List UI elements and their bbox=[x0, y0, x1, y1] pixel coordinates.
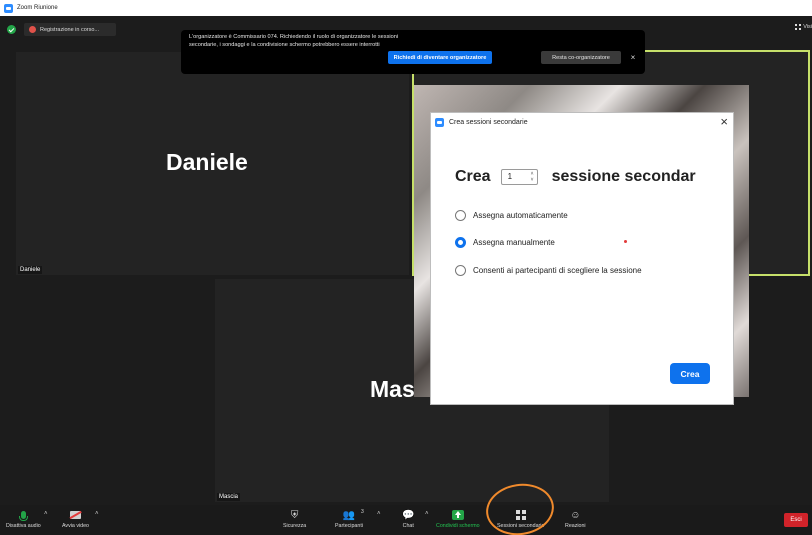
participant-name-tag: Mascia bbox=[217, 493, 241, 501]
share-screen-button[interactable]: Condividi schermo bbox=[436, 508, 480, 529]
close-notification-icon[interactable]: × bbox=[628, 51, 638, 64]
view-button[interactable]: Visi bbox=[795, 24, 812, 30]
radio-button[interactable] bbox=[455, 210, 466, 221]
zoom-window: Zoom Riunione Registrazione in corso... … bbox=[0, 0, 812, 535]
close-icon[interactable]: × bbox=[720, 114, 728, 130]
dialog-title: Crea sessioni secondarie bbox=[449, 118, 528, 126]
create-label: Crea bbox=[455, 168, 491, 185]
stepper-arrows-icon[interactable]: ˄ ˅ bbox=[531, 171, 534, 183]
mute-label: Disattiva audio bbox=[6, 523, 41, 529]
participants-icon: 👥 bbox=[342, 509, 356, 521]
shield-icon: ⛨ bbox=[290, 509, 299, 521]
video-label: Avvia video bbox=[62, 523, 89, 529]
participants-options-chevron-icon[interactable]: ˄ bbox=[377, 511, 381, 517]
participants-button[interactable]: 👥 Partecipanti bbox=[335, 508, 363, 530]
chat-options-chevron-icon[interactable]: ˄ bbox=[425, 511, 429, 517]
title-bar: Zoom Riunione bbox=[0, 0, 812, 16]
video-tile-daniele[interactable]: Daniele Daniele bbox=[16, 52, 409, 275]
option-label: Assegna manualmente bbox=[473, 238, 555, 247]
mute-audio-button[interactable]: Disattiva audio bbox=[6, 508, 41, 529]
reactions-icon: ☺ bbox=[570, 509, 581, 521]
security-button[interactable]: ⛨ Sicurezza bbox=[283, 508, 307, 530]
notification-message: L'organizzatore è Commissario 074. Richi… bbox=[189, 34, 399, 48]
chat-label: Chat bbox=[402, 523, 414, 529]
option-label: Assegna automaticamente bbox=[473, 211, 568, 220]
host-notification: L'organizzatore è Commissario 074. Richi… bbox=[181, 30, 645, 74]
recording-indicator[interactable]: Registrazione in corso... bbox=[24, 23, 116, 36]
session-count-stepper[interactable]: 1 ˄ ˅ bbox=[500, 169, 538, 185]
dialog-title-bar: Crea sessioni secondarie bbox=[431, 113, 733, 131]
window-title: Zoom Riunione bbox=[17, 5, 58, 11]
stay-cohost-button[interactable]: Resta co-organizzatore bbox=[541, 51, 621, 64]
share-label: Condividi schermo bbox=[436, 523, 480, 529]
start-video-button[interactable]: Avvia video bbox=[62, 508, 89, 529]
video-options-chevron-icon[interactable]: ˄ bbox=[95, 511, 99, 517]
cursor-dot bbox=[624, 240, 627, 243]
claim-host-button[interactable]: Richiedi di diventare organizzatore bbox=[388, 51, 492, 64]
participants-label: Partecipanti bbox=[335, 523, 363, 529]
breakout-rooms-dialog: Crea sessioni secondarie × Crea 1 ˄ ˅ ses… bbox=[430, 112, 734, 405]
security-label: Sicurezza bbox=[283, 523, 307, 529]
radio-button-selected[interactable] bbox=[455, 237, 466, 248]
recording-label: Registrazione in corso... bbox=[40, 26, 99, 33]
option-assign-automatically[interactable]: Assegna automaticamente bbox=[455, 210, 568, 221]
zoom-logo-icon bbox=[4, 3, 13, 13]
option-label: Consenti ai partecipanti di scegliere la… bbox=[473, 266, 642, 275]
create-sessions-row: Crea 1 ˄ ˅ sessione secondar bbox=[455, 168, 696, 186]
participant-name-tag: Daniele bbox=[18, 266, 43, 274]
reactions-button[interactable]: ☺ Reazioni bbox=[565, 508, 586, 530]
view-label: Visi bbox=[803, 24, 812, 30]
sessions-label: sessione secondar bbox=[551, 168, 696, 185]
participants-count: 3 bbox=[361, 509, 364, 515]
session-count-value: 1 bbox=[507, 172, 513, 181]
chat-button[interactable]: 💬 Chat bbox=[402, 508, 415, 530]
participant-display-name: Mas bbox=[370, 376, 415, 402]
microphone-icon bbox=[18, 511, 28, 521]
reactions-label: Reazioni bbox=[565, 523, 586, 529]
security-shield-icon[interactable] bbox=[7, 25, 16, 34]
option-assign-manually[interactable]: Assegna manualmente bbox=[455, 237, 555, 248]
option-let-participants-choose[interactable]: Consenti ai partecipanti di scegliere la… bbox=[455, 265, 642, 276]
share-screen-icon bbox=[451, 510, 464, 520]
recording-icon bbox=[29, 26, 36, 33]
exit-button[interactable]: Esci bbox=[784, 513, 808, 527]
video-off-icon bbox=[70, 511, 81, 519]
radio-button[interactable] bbox=[455, 265, 466, 276]
create-button[interactable]: Crea bbox=[670, 363, 710, 384]
audio-options-chevron-icon[interactable]: ˄ bbox=[44, 511, 48, 517]
grid-view-icon bbox=[795, 24, 802, 30]
zoom-logo-icon bbox=[435, 117, 444, 127]
chat-icon: 💬 bbox=[402, 509, 415, 521]
meeting-toolbar: Disattiva audio ˄ Avvia video ˄ ⛨ Sicure… bbox=[0, 505, 812, 535]
participant-display-name: Daniele bbox=[166, 149, 248, 175]
